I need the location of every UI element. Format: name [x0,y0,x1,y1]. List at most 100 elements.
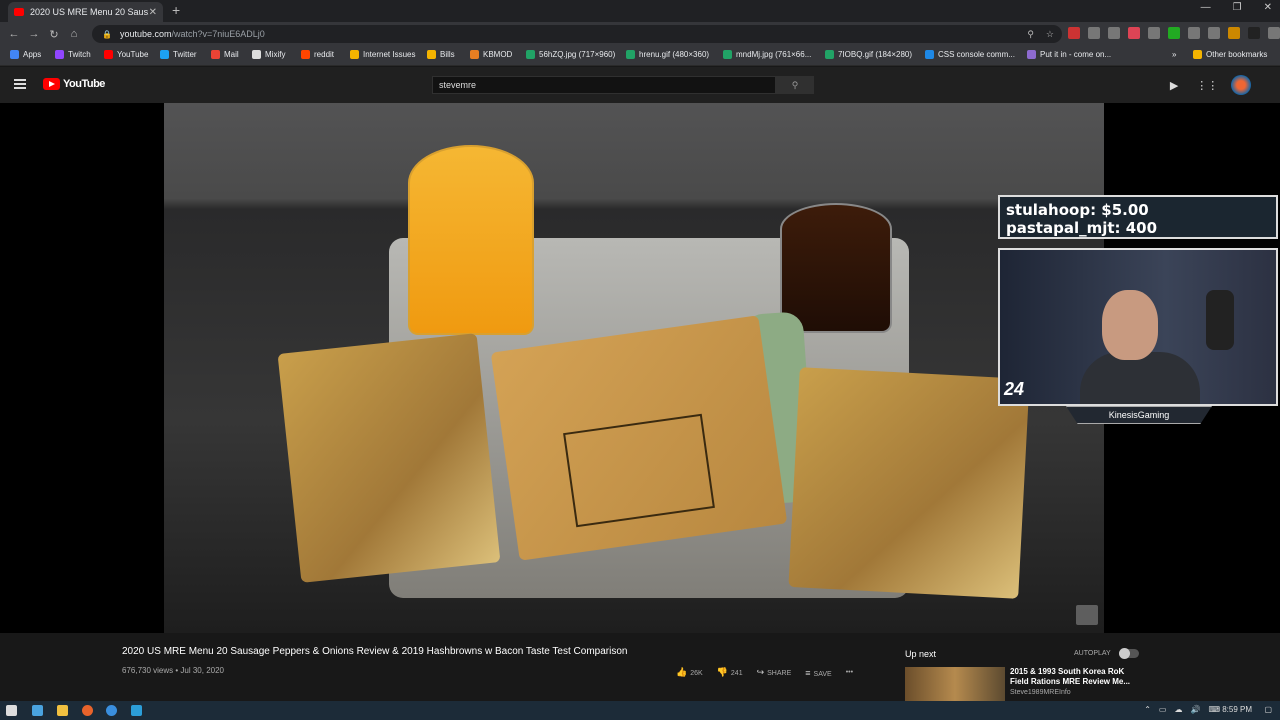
extension-icon[interactable] [1088,27,1100,39]
extension-icon[interactable] [1168,27,1180,39]
user-avatar[interactable] [1231,75,1251,95]
bookmark-item[interactable]: Twitch [55,50,91,59]
bookmark-favicon-icon [301,50,310,59]
streamer-head [1102,290,1158,360]
more-bookmarks-icon[interactable]: » [1172,50,1176,59]
extension-icon[interactable] [1068,27,1080,39]
app-c-icon[interactable] [131,705,142,716]
playlist-add-icon: ≡ [805,667,811,678]
extension-icon[interactable] [1128,27,1140,39]
cloud-icon[interactable]: ☁ [1174,705,1182,714]
bookmarks-bar: Apps Twitch YouTube Twitter Mail Mixify reddit… [0,46,1280,66]
bookmark-favicon-icon [10,50,19,59]
close-window-icon[interactable]: ✕ [1264,2,1272,13]
dislike-button[interactable]: 👎 241 [717,667,743,678]
extension-icon[interactable] [1148,27,1160,39]
bookmark-item[interactable]: Apps [10,50,41,59]
channel-watermark-icon[interactable] [1076,605,1098,625]
youtube-logo[interactable]: YouTube [43,78,105,90]
puzzle-icon[interactable] [1188,27,1200,39]
extension-icon[interactable] [1108,27,1120,39]
bookmark-item[interactable]: Mixify [252,50,285,59]
zoom-icon[interactable]: ⚲ [1027,29,1034,40]
bookmark-label: hrenu.gif (480×360) [639,50,710,59]
new-tab-icon[interactable]: + [172,2,180,18]
share-label: SHARE [767,670,792,677]
chrome-icon[interactable] [106,705,117,716]
video-title: 2020 US MRE Menu 20 Sausage Peppers & On… [122,646,628,657]
home-icon[interactable]: ⌂ [64,28,84,40]
search-input[interactable]: stevemre [432,76,776,94]
create-video-icon[interactable]: ▶ [1170,79,1178,92]
network-icon[interactable]: ▭ [1159,705,1167,714]
reload-icon[interactable]: ↻ [44,28,64,41]
bookmark-item[interactable]: Bills [427,50,455,59]
apps-grid-icon[interactable]: ⋮⋮ [1196,79,1218,92]
view-count: 676,730 views [122,666,174,675]
thumbs-up-icon: 👍 [676,667,688,677]
firefox-icon[interactable] [82,705,93,716]
notifications-icon[interactable]: ▢ [1264,705,1272,714]
extension-icon[interactable] [1208,27,1220,39]
bookmark-label: Mail [224,50,239,59]
bookmark-item[interactable]: 56hZQ.jpg (717×960) [526,50,615,59]
microphone [1206,290,1234,350]
address-toolbar: ← → ↻ ⌂ 🔒 youtube.com/watch?v=7niuE6ADLj… [0,22,1280,46]
forward-icon[interactable]: → [24,28,44,40]
share-icon: ↪ [756,667,765,677]
share-button[interactable]: ↪ SHARE [757,667,792,678]
more-actions-icon[interactable]: ••• [846,669,853,676]
bookmark-favicon-icon [427,50,436,59]
video-frame[interactable] [164,103,1104,633]
bookmark-item[interactable]: Twitter [160,50,197,59]
bookmark-item[interactable]: reddit [301,50,334,59]
bookmark-label: KBMOD [483,50,513,59]
bookmark-item[interactable]: Mail [211,50,239,59]
next-video-title[interactable]: 2015 & 1993 South Korea RoK Field Ration… [1010,667,1140,687]
autoplay-toggle[interactable] [1118,648,1139,659]
language-icon[interactable]: ⌨ [1208,705,1220,714]
url-path: /watch?v=7niuE6ADLj0 [171,29,265,39]
file-explorer-icon[interactable] [57,705,68,716]
clock[interactable]: 8:59 PM [1222,705,1252,714]
menu-icon[interactable] [14,79,26,89]
extensions-bar: ⋮ [1068,27,1280,39]
thumbs-down-icon: 👎 [716,667,728,677]
bookmark-item[interactable]: Internet Issues [350,50,415,59]
next-video-channel[interactable]: Steve1989MREInfo [1010,689,1071,696]
bookmark-item[interactable]: KBMOD [470,50,512,59]
tray-chevron-icon[interactable]: ⌃ [1144,705,1151,714]
next-video-thumbnail[interactable] [905,667,1005,701]
extension-icon[interactable] [1248,27,1260,39]
bookmark-item[interactable]: Put it in - come on... [1027,50,1111,59]
like-button[interactable]: 👍 26K [676,667,703,678]
bookmark-item[interactable]: 7IOBQ.gif (184×280) [825,50,912,59]
bookmark-item[interactable]: mndMj.jpg (761×66... [723,50,811,59]
bookmark-star-icon[interactable]: ☆ [1046,29,1054,40]
bookmark-label: Put it in - come on... [1040,50,1112,59]
extension-icon[interactable] [1228,27,1240,39]
browser-tab[interactable]: 2020 US MRE Menu 20 Saus... ✕ [8,2,163,22]
autoplay-control[interactable]: AUTOPLAY [1074,648,1139,659]
bookmark-item[interactable]: CSS console comm... [925,50,1015,59]
address-bar[interactable]: 🔒 youtube.com/watch?v=7niuE6ADLj0 ⚲ ☆ [92,25,1062,43]
restore-icon[interactable]: ❐ [1233,2,1242,13]
volume-icon[interactable]: 🔊 [1190,705,1200,714]
extension-icon[interactable] [1268,27,1280,39]
bookmark-item[interactable]: Other bookmarks [1193,50,1267,59]
lock-icon: 🔒 [102,29,112,39]
task-view-icon[interactable] [32,705,43,716]
back-icon[interactable]: ← [4,28,24,40]
windows-start-icon[interactable] [6,705,17,716]
tab-title: 2020 US MRE Menu 20 Saus... [30,7,149,17]
youtube-favicon-icon [14,8,24,16]
bookmark-item[interactable]: hrenu.gif (480×360) [626,50,709,59]
minimize-icon[interactable]: — [1201,2,1211,13]
search-button[interactable]: ⚲ [776,76,814,94]
close-tab-icon[interactable]: ✕ [149,7,157,18]
bookmark-item[interactable]: YouTube [104,50,148,59]
bookmark-label: Twitter [173,50,197,59]
donation-line-1: stulahoop: $5.00 [1006,201,1149,219]
save-button[interactable]: ≡ SAVE [805,668,831,678]
bookmark-favicon-icon [350,50,359,59]
